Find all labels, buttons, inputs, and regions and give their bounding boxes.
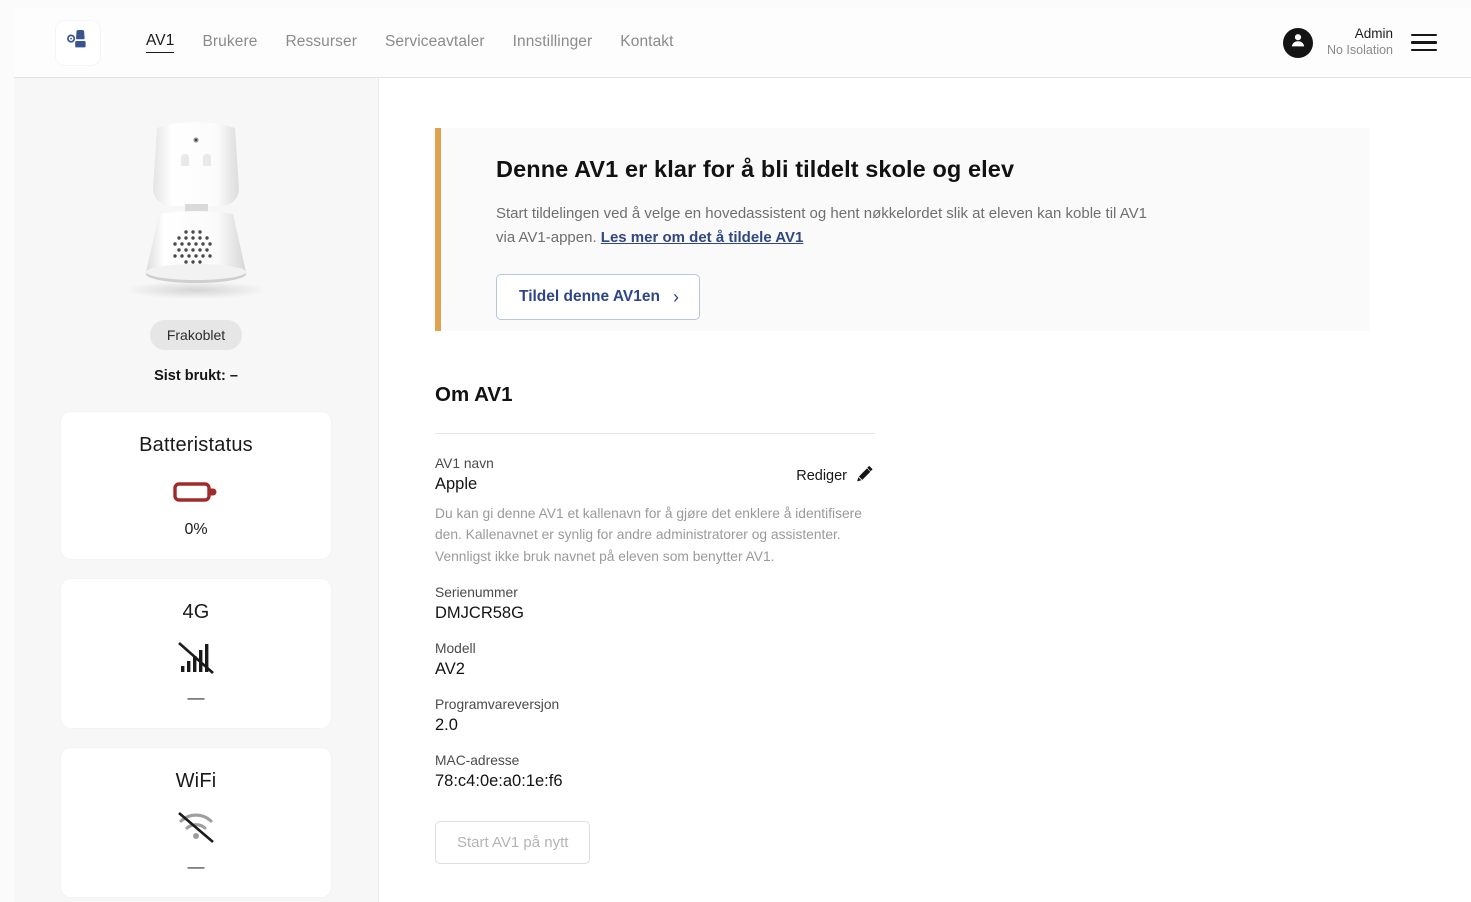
field-help-av1-name: Du kan gi denne AV1 et kallenavn for å g… <box>435 506 862 564</box>
wifi-off-icon <box>174 807 218 847</box>
cellular-value: — <box>187 688 205 707</box>
field-label-software-version: Programvareversjon <box>435 697 560 713</box>
battery-percentage: 0% <box>184 521 208 538</box>
assign-device-banner: Denne AV1 er klar for å bli tildelt skol… <box>435 128 1370 331</box>
field-software-version: Programvareversjon 2.0 <box>435 697 875 735</box>
cellular-signal-off-icon <box>175 638 217 678</box>
avatar[interactable] <box>1282 27 1313 58</box>
assign-device-button[interactable]: Tildel denne AV1en › <box>496 273 700 320</box>
battery-status-card: Batteristatus 0% <box>61 412 331 559</box>
hamburger-menu-icon[interactable] <box>1411 33 1437 52</box>
nav-item-kontakt[interactable]: Kontakt <box>620 33 673 53</box>
user-name: Admin <box>1354 26 1393 42</box>
nav-item-ressurser[interactable]: Ressurser <box>285 33 357 53</box>
cellular-status-card: 4G — <box>61 579 331 728</box>
edit-name-label: Rediger <box>796 467 847 484</box>
app-page: AV1 Brukere Ressurser Serviceavtaler Inn… <box>0 0 1471 902</box>
device-sidebar: Frakoblet Sist brukt: – Batteristatus 0%… <box>14 78 379 902</box>
cellular-card-title: 4G <box>182 601 210 623</box>
header-user-area: Admin No Isolation <box>1282 26 1437 59</box>
field-label-model: Modell <box>435 641 476 657</box>
field-value-software-version: 2.0 <box>435 716 458 735</box>
nav-item-brukere[interactable]: Brukere <box>202 33 257 53</box>
user-info: Admin No Isolation <box>1327 26 1393 59</box>
field-label-mac-address: MAC-adresse <box>435 753 520 769</box>
page-title: Om AV1 <box>435 383 513 406</box>
app-logo[interactable] <box>56 20 100 65</box>
status-badge: Frakoblet <box>149 320 243 350</box>
edit-name-button[interactable]: Rediger <box>796 464 875 487</box>
field-value-serial-number: DMJCR58G <box>435 604 524 623</box>
last-used-label: Sist brukt: – <box>154 368 238 384</box>
restart-device-button[interactable]: Start AV1 på nytt <box>435 821 591 865</box>
device-details: Rediger AV1 navn Apple Du kan gi denne A… <box>435 433 875 865</box>
banner-body: Start tildelingen ved å velge en hovedas… <box>496 202 1156 251</box>
wifi-value: — <box>187 857 205 876</box>
window-frame-top <box>0 0 1471 8</box>
battery-empty-icon <box>173 471 219 511</box>
chevron-right-icon: › <box>672 286 679 307</box>
wifi-card-title: WiFi <box>175 770 217 792</box>
battery-card-title: Batteristatus <box>139 434 253 456</box>
banner-learn-more-link[interactable]: Les mer om det å tildele AV1 <box>601 229 804 246</box>
av1-robot-logo-icon <box>65 27 91 58</box>
field-mac-address: MAC-adresse 78:c4:0e:a0:1e:f6 <box>435 753 875 791</box>
pencil-icon <box>856 464 875 487</box>
field-value-model: AV2 <box>435 660 465 679</box>
top-header: AV1 Brukere Ressurser Serviceavtaler Inn… <box>14 8 1471 78</box>
banner-title: Denne AV1 er klar for å bli tildelt skol… <box>496 156 1015 182</box>
nav-item-innstillinger[interactable]: Innstillinger <box>513 33 593 53</box>
window-frame-left <box>0 0 14 902</box>
user-avatar-icon <box>1289 31 1307 54</box>
banner-body-text: Start tildelingen ved å velge en hovedas… <box>496 205 1147 247</box>
details-divider <box>435 433 875 434</box>
user-organization: No Isolation <box>1326 43 1393 58</box>
field-model: Modell AV2 <box>435 641 875 679</box>
nav-item-serviceavtaler[interactable]: Serviceavtaler <box>385 33 485 53</box>
field-label-serial-number: Serienummer <box>435 585 518 601</box>
field-serial-number: Serienummer DMJCR58G <box>435 585 875 623</box>
main-content: Denne AV1 er klar for å bli tildelt skol… <box>379 78 1471 902</box>
assign-device-button-label: Tildel denne AV1en <box>519 287 660 305</box>
field-av1-name: Rediger AV1 navn Apple Du kan gi denne A… <box>435 456 875 567</box>
wifi-status-card: WiFi — <box>61 748 331 897</box>
nav-item-av1[interactable]: AV1 <box>146 32 175 53</box>
field-value-mac-address: 78:c4:0e:a0:1e:f6 <box>435 772 563 791</box>
av1-robot-photo <box>81 104 311 304</box>
main-navigation: AV1 Brukere Ressurser Serviceavtaler Inn… <box>146 32 674 53</box>
